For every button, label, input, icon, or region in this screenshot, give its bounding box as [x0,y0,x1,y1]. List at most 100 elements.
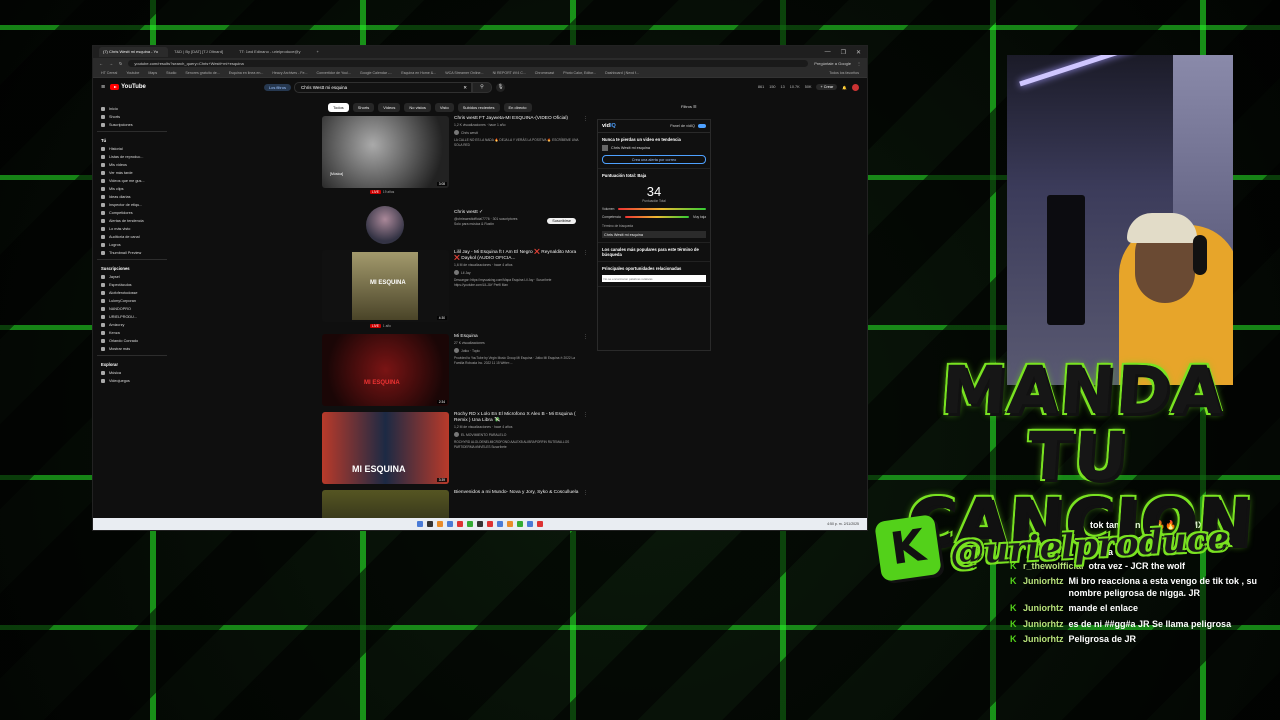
all-bookmarks[interactable]: Todos los favoritos [829,71,859,75]
app-icon[interactable] [477,521,483,527]
search-button[interactable]: ⚲ [472,81,492,93]
channel-result[interactable]: Chris westt ✓ @chriswesttofficial7776 · … [322,200,582,246]
profile-status[interactable]: Pregúntale a Google [814,61,851,66]
sidebar-section-title[interactable]: Tú [97,134,167,145]
keyword-value[interactable]: Chris Westt mi esquina [602,231,706,238]
app-icon[interactable] [467,521,473,527]
filter-chip[interactable]: Todos [328,103,349,112]
sidebar-item[interactable]: Orlando Conrado [97,337,167,345]
video-title[interactable]: Bienvenidos a mi Mundo- Nova y Jory, Syk… [454,490,580,496]
app-icon[interactable] [537,521,543,527]
sidebar-item[interactable]: Historial [97,145,167,153]
chrome-icon[interactable] [527,521,533,527]
sidebar-item[interactable]: Thumbnail Preview [97,249,167,257]
more-options-icon[interactable]: ⋮ [583,334,588,340]
sidebar-item[interactable]: Ver más tarde [97,169,167,177]
forward-icon[interactable]: → [109,61,113,66]
more-options-icon[interactable]: ⋮ [583,490,588,496]
bookmark-item[interactable]: Nl REPORT #V4 C... [493,71,526,75]
bookmark-item[interactable]: Dashboard | Nexd f... [605,71,639,75]
subscribe-button[interactable]: Suscribirse [547,218,576,224]
bookmark-item[interactable]: Maps [148,71,157,75]
app-icon[interactable] [457,521,463,527]
sidebar-item[interactable]: Espectáculos [97,281,167,289]
bookmark-item[interactable]: Heavy Archives - Fe... [272,71,307,75]
back-icon[interactable]: ← [99,61,103,66]
sidebar-item[interactable]: Mostrar más [97,345,167,353]
channel-title[interactable]: Chris westt ✓ [454,210,518,216]
search-input[interactable]: Chris Westt mi esquina ✕ [294,81,472,93]
bookmark-item[interactable]: Studio [166,71,176,75]
video-title[interactable]: Lilil Jay - Mi Esquina ft I Am El Negro … [454,250,580,262]
result-item[interactable]: MI ESQUINA 4:30 LIVE 1 año Lilil Jay - Mi… [322,250,588,328]
video-channel[interactable]: Chris westt [454,130,580,135]
filter-chip[interactable]: En directo [503,103,532,112]
filter-chip[interactable]: Subidos recientes [457,103,500,112]
minimize-icon[interactable]: — [825,49,831,56]
sidebar-item[interactable]: Videojuegos [97,377,167,385]
video-thumbnail[interactable]: MI ESQUINA 2:34 [322,334,449,406]
filter-chip[interactable]: No vistos [404,103,431,112]
chat-username[interactable]: Juniorhtz [1023,576,1064,599]
clear-search-icon[interactable]: ✕ [463,83,467,92]
app-icon[interactable] [517,521,523,527]
browser-tab-3[interactable]: TT: 1wd Edinano - urielproduce@y [235,47,310,57]
create-alert-button[interactable]: Crea una alerta por correo [602,155,706,164]
bookmark-item[interactable]: Chromecast [535,71,554,75]
video-channel[interactable]: Lil Jay [454,270,580,275]
reload-icon[interactable]: ↻ [119,61,122,66]
bookmark-item[interactable]: Youtube [126,71,139,75]
sidebar-item[interactable]: Videos que me gus... [97,177,167,185]
notifications-icon[interactable]: 🔔 [842,85,847,90]
video-channel[interactable]: EL MOVIMIENTO PARALELO [454,432,580,437]
bookmark-item[interactable]: Esquina en Home &... [401,71,436,75]
video-title[interactable]: Chris westt FT Jayweta-MI ESQUINA-(VIDEO… [454,116,580,122]
sidebar-item[interactable]: Competidores [97,209,167,217]
result-item[interactable]: MI ESQUINA 2:34 Mi Esquina 27 K visualiz… [322,334,588,406]
sidebar-item[interactable]: Mis clips [97,185,167,193]
more-options-icon[interactable]: ⋮ [583,116,588,122]
sidebar-item[interactable]: Kenza [97,329,167,337]
menu-icon[interactable]: ⋮ [857,61,861,66]
filter-chip[interactable]: Visto [434,103,454,112]
close-icon[interactable]: ✕ [856,49,861,56]
sidebar-item[interactable]: Jaysel [97,273,167,281]
sidebar-item[interactable]: Inicio [97,105,167,113]
channel-avatar-large[interactable] [366,206,404,244]
explorer-icon[interactable] [437,521,443,527]
sidebar-item[interactable]: Inspector de etiqu... [97,201,167,209]
app-icon[interactable] [497,521,503,527]
video-thumbnail[interactable]: [Música] 3:08 [322,116,449,188]
sidebar-item[interactable]: Alertas de tendencia [97,217,167,225]
result-item[interactable]: [Música] 3:08 LIVE 19 años Chris westt FT… [322,116,588,194]
search-filter-tag[interactable]: Los filtros [263,83,291,91]
video-thumbnail[interactable]: MI ESQUINA 3:39 [322,412,449,484]
edge-icon[interactable] [447,521,453,527]
sidebar-item[interactable]: Alofoferotodosse [97,289,167,297]
app-icon[interactable] [487,521,493,527]
system-clock[interactable]: 4:50 p. m. 2/11/2025 [827,522,859,526]
sidebar-item[interactable]: LukmyCorporan [97,297,167,305]
bookmark-item[interactable]: Google Calendar -... [360,71,392,75]
filter-chip[interactable]: Videos [378,103,401,112]
sidebar-item[interactable]: Logros [97,241,167,249]
url-field[interactable]: youtube.com/results?search_query=Chris+W… [128,59,809,67]
video-channel[interactable]: Jotko · Topic [454,348,580,353]
sidebar-item[interactable]: Mis videos [97,161,167,169]
result-item[interactable]: MI ESQUINA 3:39 Rochy RD x Lolo En El Mi… [322,412,588,484]
voice-search-button[interactable]: 🎙 [496,82,505,92]
bookmark-item[interactable]: HT Cereal [101,71,117,75]
sidebar-item[interactable]: Shorts [97,113,167,121]
browser-tab-2[interactable]: T&D | By [DAT] [TJ Oltnard] [170,47,233,57]
more-options-icon[interactable]: ⋮ [583,412,588,418]
sidebar-section-title[interactable]: Explorar [97,358,167,369]
sidebar-item[interactable]: Listas de reproduc... [97,153,167,161]
more-options-icon[interactable]: ⋮ [583,250,588,256]
bookmark-item[interactable]: Convertidor de Youl... [316,71,350,75]
chat-username[interactable]: Juniorhtz [1023,603,1064,615]
sidebar-item[interactable]: URIELPRODU... [97,313,167,321]
filters-button[interactable]: Filtros ☰ [681,104,697,109]
bookmark-item[interactable]: Esquina en linea en... [229,71,264,75]
chat-username[interactable]: Juniorhtz [1023,619,1064,631]
create-button[interactable]: + Crear [816,84,838,90]
